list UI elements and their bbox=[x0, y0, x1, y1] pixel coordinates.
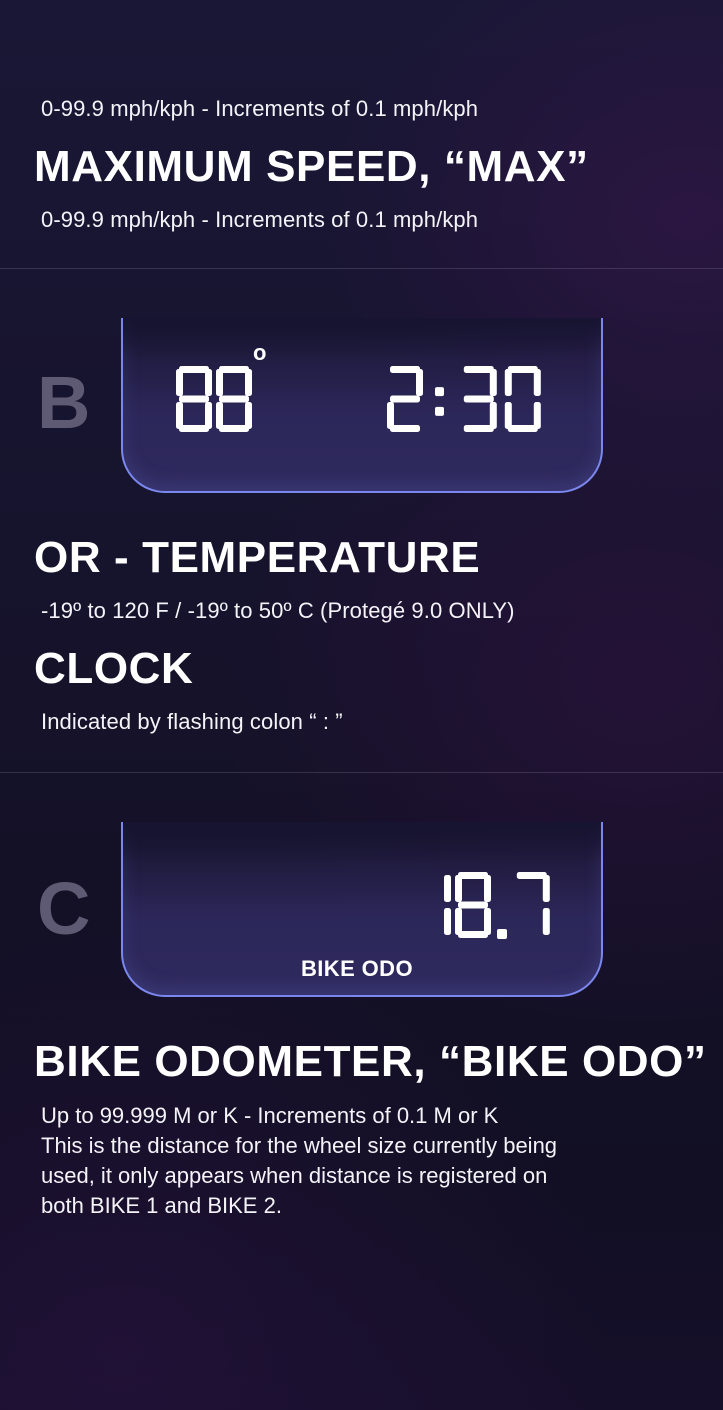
max-speed-range: 0-99.9 mph/kph - Increments of 0.1 mph/k… bbox=[41, 207, 479, 232]
clock-heading: CLOCK bbox=[34, 644, 194, 693]
max-speed-range-top: 0-99.9 mph/kph - Increments of 0.1 mph/k… bbox=[41, 96, 479, 121]
odometer-segment-b bbox=[484, 875, 491, 902]
clock-segment-a bbox=[463, 366, 494, 373]
temperature-segment-f bbox=[176, 369, 183, 396]
temperature-segment-a bbox=[219, 366, 249, 373]
odometer-segment-g bbox=[458, 901, 488, 909]
odometer-segment-c bbox=[542, 908, 550, 935]
odometer-segment-a bbox=[458, 872, 488, 879]
odometer-digit bbox=[444, 875, 451, 935]
clock-digit bbox=[387, 366, 423, 432]
clock-segment-b bbox=[416, 369, 423, 396]
lcd-temperature-clock bbox=[176, 366, 541, 432]
odometer-segment-e bbox=[455, 908, 462, 935]
clock-segment-d bbox=[390, 425, 420, 432]
max-speed-heading: MAXIMUM SPEED, “MAX” bbox=[34, 142, 589, 191]
description-line-2: used, it only appears when distance is r… bbox=[41, 1163, 548, 1188]
degree-symbol: o bbox=[253, 340, 267, 365]
odometer-segment-b bbox=[542, 875, 550, 902]
clock-segment-e bbox=[387, 402, 394, 429]
temperature-segment-e bbox=[176, 402, 183, 429]
temperature-digit bbox=[176, 366, 212, 432]
clock-colon-dot bbox=[435, 406, 444, 416]
description-line-1: This is the distance for the wheel size … bbox=[41, 1133, 558, 1158]
bike-odometer-description: Up to 99.999 M or K - Increments of 0.1 … bbox=[41, 1101, 681, 1221]
divider-top bbox=[0, 268, 723, 269]
clock-digit bbox=[463, 366, 497, 432]
temperature-segment-b bbox=[205, 369, 212, 396]
clock-segment-d bbox=[507, 425, 538, 432]
description-line-3: both BIKE 1 and BIKE 2. bbox=[41, 1193, 282, 1218]
clock-segment-c bbox=[533, 402, 541, 429]
clock-segment-f bbox=[504, 369, 512, 396]
temperature-segment-a bbox=[179, 366, 209, 373]
odometer-segment-b bbox=[444, 875, 451, 902]
clock-note: Indicated by flashing colon “ : ” bbox=[41, 709, 343, 734]
clock-segment-a bbox=[390, 366, 420, 373]
odometer-segment-d bbox=[458, 931, 488, 938]
section-letter-b: B bbox=[37, 361, 91, 444]
bike-odo-display: BIKE ODO bbox=[121, 822, 603, 997]
temperature-segment-d bbox=[179, 425, 209, 432]
odometer-segment-c bbox=[484, 908, 491, 935]
odometer-segment-c bbox=[444, 908, 451, 935]
odometer-segment-f bbox=[455, 875, 462, 902]
bike-odometer-range: Up to 99.999 M or K - Increments of 0.1 … bbox=[41, 1103, 499, 1128]
odometer-digit bbox=[516, 872, 550, 935]
temperature-clock-display: o bbox=[121, 318, 603, 493]
clock-segment-d bbox=[463, 425, 494, 432]
clock-segment-e bbox=[504, 402, 512, 429]
clock-segment-a bbox=[507, 366, 538, 373]
temperature-segment-c bbox=[205, 402, 212, 429]
temperature-segment-g bbox=[219, 395, 249, 403]
clock-segment-g bbox=[463, 395, 494, 403]
bike-odometer-heading: BIKE ODOMETER, “BIKE ODO” bbox=[34, 1037, 707, 1086]
temperature-digit bbox=[216, 366, 252, 432]
divider-middle bbox=[0, 772, 723, 773]
odometer-segment-a bbox=[516, 872, 547, 879]
clock-segment-c bbox=[489, 402, 497, 429]
bike-odo-label: BIKE ODO bbox=[301, 956, 413, 981]
odometer-decimal-point bbox=[497, 929, 507, 939]
temperature-range: -19º to 120 F / -19º to 50º C (Protegé 9… bbox=[41, 598, 515, 623]
clock-digit bbox=[504, 366, 541, 432]
temperature-heading: OR - TEMPERATURE bbox=[34, 533, 481, 582]
clock-segment-b bbox=[533, 369, 541, 396]
temperature-segment-d bbox=[219, 425, 249, 432]
temperature-segment-f bbox=[216, 369, 223, 396]
temperature-segment-c bbox=[245, 402, 252, 429]
section-letter-c: C bbox=[37, 867, 91, 950]
clock-colon-dot bbox=[435, 387, 444, 397]
clock-segment-g bbox=[390, 395, 420, 403]
temperature-segment-e bbox=[216, 402, 223, 429]
clock-segment-b bbox=[489, 369, 497, 396]
temperature-segment-b bbox=[245, 369, 252, 396]
temperature-segment-g bbox=[179, 395, 209, 403]
odometer-digit bbox=[455, 872, 491, 938]
